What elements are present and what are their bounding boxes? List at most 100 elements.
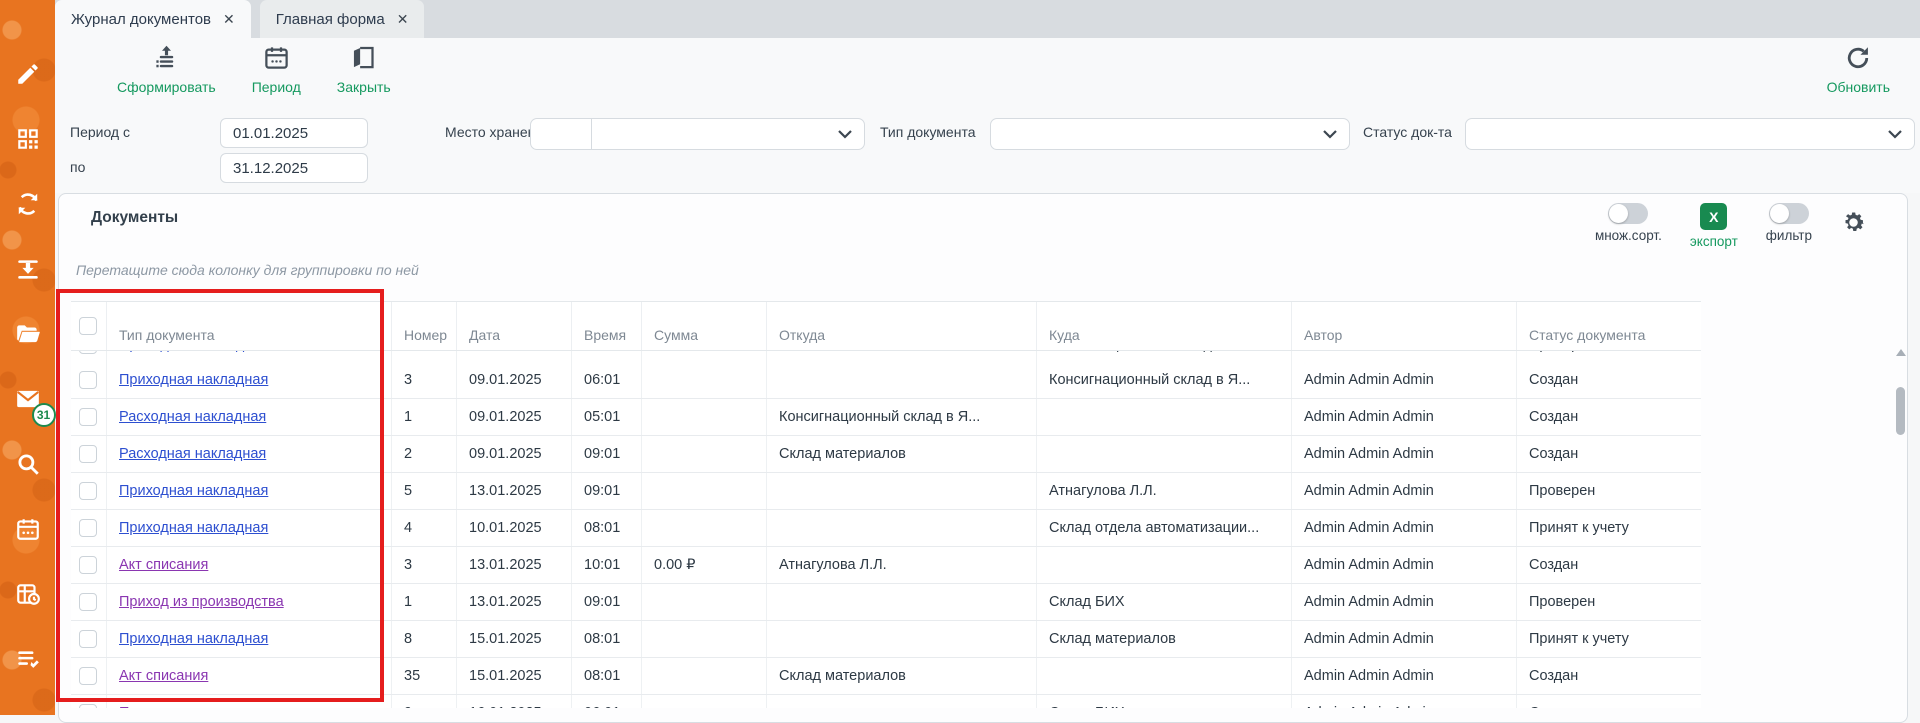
doc-type-link[interactable]: Расходная накладная [119,409,266,425]
column-header[interactable]: Тип документа [106,302,391,350]
close-tab-icon[interactable]: ✕ [397,11,409,28]
period-calendar-icon [263,44,290,76]
gear-icon [1840,223,1867,240]
column-header[interactable]: Автор [1291,302,1516,350]
sidebar-item-mail[interactable]: 31 [14,387,42,415]
column-header[interactable]: Откуда [766,302,1036,350]
column-header[interactable]: Статус документа [1516,302,1701,350]
column-header[interactable]: Дата [456,302,571,350]
filter-panel: Период с 01.01.2025 по 31.12.2025 Место … [55,110,1920,193]
mail-badge: 31 [32,403,56,427]
sidebar-item-tasks[interactable] [14,647,42,675]
filter-toggle[interactable]: фильтр [1766,203,1812,243]
period-button[interactable]: Период [252,44,301,95]
row-checkbox[interactable] [79,482,97,500]
folder-open-icon [15,321,41,352]
documents-table: Тип документаНомерДатаВремяСуммаОткудаКу… [71,301,1701,708]
doc-type-select[interactable] [990,118,1350,150]
table-row: Приходная накладная916.01.202506:01Склад… [71,695,1701,708]
sidebar-item-qr[interactable] [14,127,42,155]
generate-icon [153,44,180,76]
tab-bar: Журнал документов ✕ Главная форма ✕ [55,0,1920,38]
table-row: Приходная накладная513.01.202509:01Атнаг… [71,473,1701,510]
doc-type-link[interactable]: Приходная накладная [119,631,268,647]
column-header[interactable]: Время [571,302,641,350]
status-select[interactable] [1465,118,1915,150]
doc-type-link[interactable]: Приход из производства [119,594,284,610]
tab-journal[interactable]: Журнал документов ✕ [55,0,251,38]
refresh-button[interactable]: Обновить [1827,44,1890,95]
close-tab-icon[interactable]: ✕ [223,11,235,28]
column-header[interactable]: Куда [1036,302,1291,350]
row-checkbox[interactable] [79,371,97,389]
row-checkbox[interactable] [79,667,97,685]
clipped-row: Приходная накладнаяКонсигнационный склад… [71,351,1701,362]
doc-type-link[interactable]: Приходная накладная [119,705,268,708]
import-list-icon [15,256,41,287]
row-checkbox[interactable] [79,593,97,611]
row-checkbox[interactable] [79,556,97,574]
header-select-all[interactable] [71,302,106,350]
group-by-hint: Перетащите сюда колонку для группировки … [76,262,419,278]
doc-type-label: Тип документа [880,124,976,140]
table-row: Акт списания3515.01.202508:01Склад матер… [71,658,1701,695]
status-label: Статус док-та [1363,124,1452,140]
export-label: экспорт [1690,234,1738,249]
export-excel-button[interactable]: X экспорт [1690,203,1738,249]
storage-code-input[interactable] [531,119,591,149]
multi-sort-toggle[interactable]: множ.сорт. [1595,203,1662,243]
table-row: Приходная накладная410.01.202508:01Склад… [71,510,1701,547]
sidebar-item-import[interactable] [14,257,42,285]
scroll-up-icon[interactable] [1896,349,1906,356]
close-door-icon [350,44,377,76]
vertical-scrollbar[interactable] [1895,349,1906,709]
sidebar-item-calendar[interactable] [14,517,42,545]
period-to-input[interactable]: 31.12.2025 [220,153,368,183]
sidebar-item-folder[interactable] [14,322,42,350]
close-journal-button[interactable]: Закрыть [337,44,391,95]
qr-code-icon [15,126,41,157]
settings-button[interactable] [1840,209,1867,241]
toggle-knob [1609,204,1628,223]
doc-type-link[interactable]: Расходная накладная [119,446,266,462]
panel-title: Документы [91,209,178,227]
chevron-down-icon[interactable] [1888,130,1902,139]
row-checkbox[interactable] [79,445,97,463]
toggle-track[interactable] [1608,203,1648,224]
sidebar-item-search[interactable] [14,452,42,480]
chevron-down-icon[interactable] [838,130,852,139]
excel-icon[interactable]: X [1700,203,1727,230]
generate-button[interactable]: Сформировать [117,44,216,95]
row-checkbox[interactable] [79,704,97,708]
row-checkbox[interactable] [79,519,97,537]
sidebar-item-edit[interactable] [14,62,42,90]
period-label: Период [252,79,301,95]
doc-type-link[interactable]: Приходная накладная [119,372,268,388]
period-from-input[interactable]: 01.01.2025 [220,118,368,148]
sidebar-item-reports[interactable] [14,582,42,610]
doc-type-link[interactable]: Акт списания [119,668,208,684]
search-icon [15,451,41,482]
scrollbar-thumb[interactable] [1896,387,1905,435]
doc-type-link[interactable]: Приходная накладная [119,483,268,499]
chevron-down-icon[interactable] [1323,130,1337,139]
row-checkbox[interactable] [79,351,97,354]
doc-type-link[interactable]: Акт списания [119,557,208,573]
row-checkbox[interactable] [79,408,97,426]
tab-label: Журнал документов [71,11,211,28]
table-header-row: Тип документаНомерДатаВремяСуммаОткудаКу… [71,301,1701,351]
table-row: Расходная накладная209.01.202509:01Склад… [71,436,1701,473]
column-header[interactable]: Сумма [641,302,766,350]
tab-main-form[interactable]: Главная форма ✕ [260,0,425,38]
storage-select[interactable] [530,118,865,150]
doc-type-link[interactable]: Приходная накладная [119,351,268,353]
sidebar-item-sync[interactable] [14,192,42,220]
toggle-track[interactable] [1769,203,1809,224]
select-all-checkbox[interactable] [79,317,97,335]
doc-type-link[interactable]: Приходная накладная [119,520,268,536]
report-schedule-icon [15,581,41,612]
row-checkbox[interactable] [79,630,97,648]
column-header[interactable]: Номер [391,302,456,350]
multi-sort-label: множ.сорт. [1595,228,1662,243]
sync-icon [15,191,41,222]
